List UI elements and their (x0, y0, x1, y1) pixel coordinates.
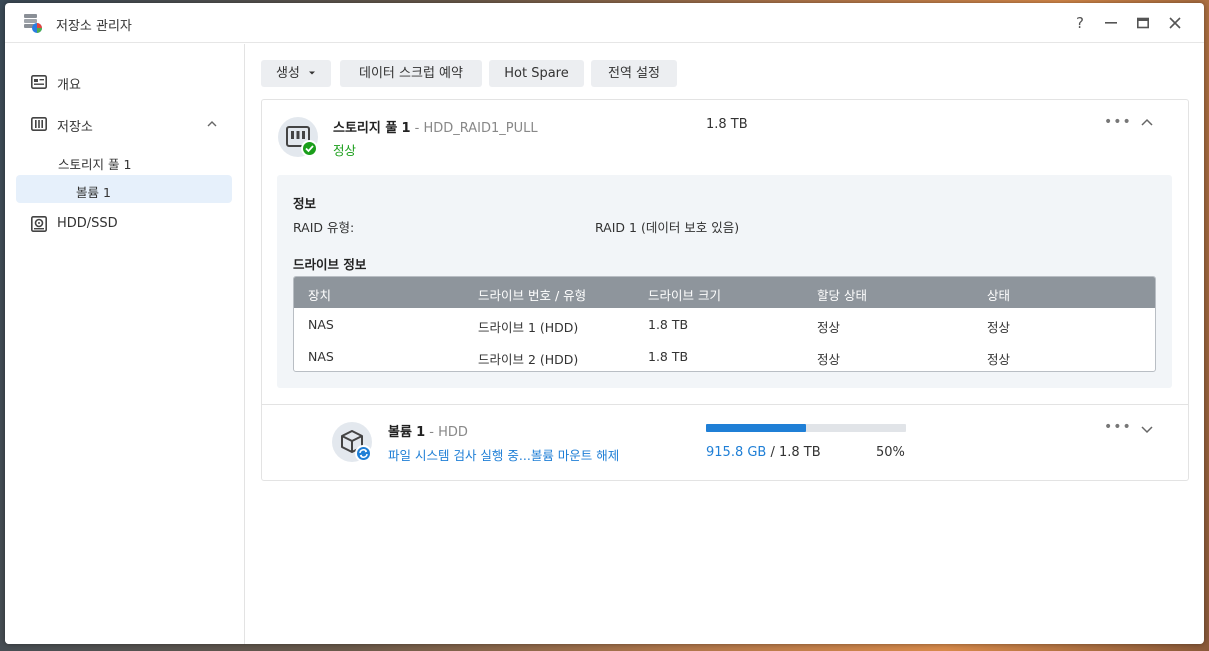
volume-name: 볼륨 (388, 425, 412, 440)
cell-status: 정상 (987, 320, 1011, 335)
volume-total: / 1.8 TB (770, 445, 821, 460)
volume-percent: 50% (876, 445, 905, 460)
info-section-title: 정보 (293, 196, 317, 211)
data-scrub-schedule-button[interactable]: 데이터 스크럽 예약 (340, 60, 482, 87)
sidebar-item-storage-pool-1[interactable]: 스토리지 풀 1 (16, 147, 232, 175)
pool-description: - HDD_RAID1_PULL (414, 121, 538, 136)
storage-manager-window: 저장소 관리자 ? 개요 저장소 스토리지 풀 1 볼륨 1 HDD/SSD 생… (5, 3, 1204, 644)
col-header-allocation: 할당 상태 (817, 288, 867, 303)
volume-title: 볼륨 1 - HDD (388, 421, 468, 440)
drive-info-title: 드라이브 정보 (293, 257, 367, 272)
pool-info-panel: 정보 RAID 유형: RAID 1 (데이터 보호 있음) 드라이브 정보 장… (277, 175, 1172, 388)
cell-device: NAS (308, 317, 334, 332)
healthy-check-icon (301, 140, 318, 157)
volume-usage-text: 915.8 GB / 1.8 TB (706, 445, 821, 460)
help-button[interactable]: ? (1070, 13, 1090, 33)
volume-usage-bar (706, 424, 906, 432)
raid-type-value: RAID 1 (데이터 보호 있음) (595, 220, 740, 235)
drive-info-table: 장치 드라이브 번호 / 유형 드라이브 크기 할당 상태 상태 NAS 드라이… (293, 276, 1156, 372)
sidebar-item-hdd-ssd[interactable]: HDD/SSD (16, 210, 232, 238)
cell-allocation: 정상 (817, 320, 841, 335)
window-title: 저장소 관리자 (56, 19, 132, 34)
global-settings-button[interactable]: 전역 설정 (591, 60, 677, 87)
storage-pool-icon (278, 117, 318, 157)
storage-manager-app-icon (24, 14, 42, 33)
volume-status-link[interactable]: 파일 시스템 검사 실행 중...볼륨 마운트 해제 (388, 445, 619, 464)
col-header-device: 장치 (308, 288, 332, 303)
refresh-sync-icon (355, 445, 372, 462)
volume-icon (332, 422, 372, 462)
cell-status: 정상 (987, 352, 1011, 367)
pool-size: 1.8 TB (706, 117, 748, 132)
cell-allocation: 정상 (817, 352, 841, 367)
cell-drive-number: 드라이브 1 (HDD) (478, 320, 579, 335)
pool-name: 스토리지 풀 (333, 121, 398, 136)
create-label: 생성 (275, 66, 300, 81)
cell-drive-size: 1.8 TB (648, 317, 689, 332)
close-button[interactable] (1165, 13, 1185, 33)
overview-icon (31, 74, 47, 89)
sidebar-label-volume: 볼륨 1 (76, 185, 111, 200)
minimize-icon (1105, 22, 1117, 24)
sidebar-label-storage: 저장소 (57, 120, 93, 135)
col-header-status: 상태 (987, 288, 1011, 303)
sidebar-item-storage[interactable]: 저장소 (16, 110, 232, 138)
sidebar-item-overview[interactable]: 개요 (16, 68, 232, 96)
storage-pool-card: 스토리지 풀 1 - HDD_RAID1_PULL 정상 1.8 TB ••• … (261, 99, 1189, 405)
col-header-drive-number: 드라이브 번호 / 유형 (478, 288, 587, 303)
cell-drive-size: 1.8 TB (648, 349, 689, 364)
table-row[interactable]: NAS 드라이브 2 (HDD) 1.8 TB 정상 정상 (294, 340, 1155, 371)
main-content: 생성 데이터 스크럽 예약 Hot Spare 전역 설정 스토리지 풀 1 -… (246, 44, 1204, 644)
table-row[interactable]: NAS 드라이브 1 (HDD) 1.8 TB 정상 정상 (294, 308, 1155, 340)
table-header: 장치 드라이브 번호 / 유형 드라이브 크기 할당 상태 상태 (294, 277, 1155, 308)
raid-type-label: RAID 유형: (293, 220, 355, 235)
volume-used: 915.8 GB (706, 445, 767, 460)
volume-description: - HDD (429, 425, 468, 440)
close-icon (1169, 17, 1181, 29)
cell-device: NAS (308, 349, 334, 364)
create-button[interactable]: 생성 (261, 60, 331, 87)
volume-expand-chevron-down-icon[interactable] (1140, 422, 1154, 436)
storage-icon (31, 116, 47, 131)
sidebar: 개요 저장소 스토리지 풀 1 볼륨 1 HDD/SSD (5, 44, 245, 644)
title-bar: 저장소 관리자 ? (5, 3, 1204, 43)
caret-down-icon (309, 71, 316, 75)
sidebar-item-volume-1[interactable]: 볼륨 1 (16, 175, 232, 203)
volume-card: 볼륨 1 - HDD 파일 시스템 검사 실행 중...볼륨 마운트 해제 91… (261, 404, 1189, 481)
volume-more-options-icon[interactable]: ••• (1104, 419, 1132, 435)
maximize-icon (1137, 17, 1149, 29)
sidebar-label-hdd: HDD/SSD (57, 216, 118, 231)
hot-spare-button[interactable]: Hot Spare (489, 60, 584, 87)
volume-usage-fill (706, 424, 806, 432)
pool-status: 정상 (333, 143, 357, 158)
volume-number: 1 (416, 425, 426, 440)
cell-drive-number: 드라이브 2 (HDD) (478, 352, 579, 367)
sidebar-label-overview: 개요 (57, 78, 81, 93)
pool-more-options-icon[interactable]: ••• (1104, 114, 1132, 130)
pool-number: 1 (401, 121, 411, 136)
minimize-button[interactable] (1101, 13, 1121, 33)
chevron-up-icon[interactable] (206, 118, 218, 130)
hdd-icon (31, 216, 47, 232)
col-header-drive-size: 드라이브 크기 (648, 288, 721, 303)
pool-collapse-chevron-up-icon[interactable] (1140, 116, 1154, 130)
maximize-button[interactable] (1133, 13, 1153, 33)
storage-pool-title: 스토리지 풀 1 - HDD_RAID1_PULL (333, 117, 538, 136)
sidebar-label-pool: 스토리지 풀 1 (58, 157, 132, 172)
